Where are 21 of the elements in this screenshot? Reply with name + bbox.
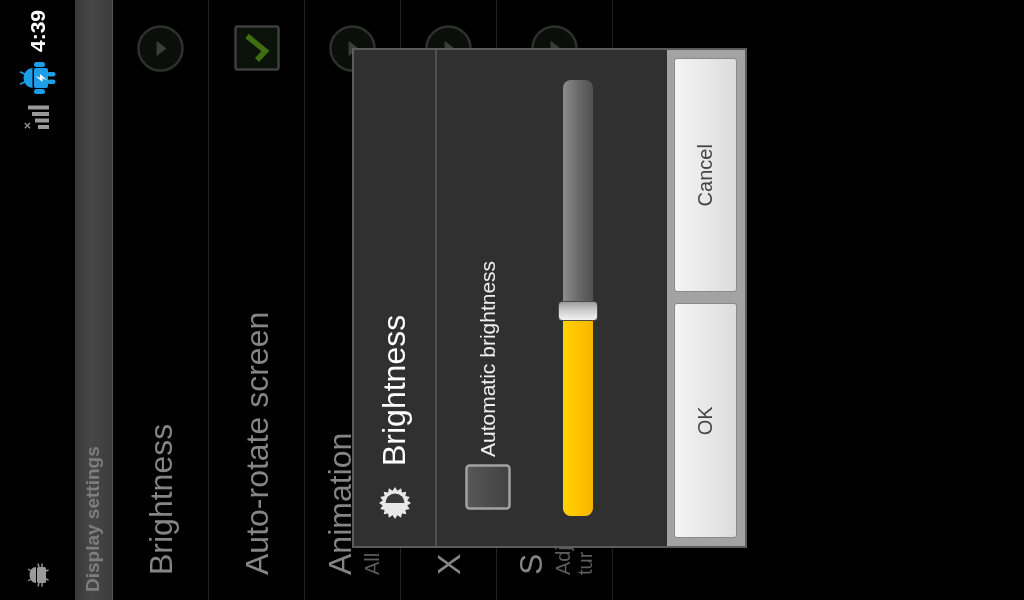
dialog-title: Brightness [376,314,413,466]
status-time: 4:39 [27,10,48,53]
charging-robot-icon [19,62,56,95]
signal-bars-icon [23,105,49,130]
item-title: X [430,553,467,575]
checkbox-label: Automatic brightness [476,260,500,457]
arrow-circle-icon [137,25,184,72]
checkbox[interactable] [465,464,511,510]
item-summary: Adj tur [552,546,596,575]
item-summary: All [361,552,383,575]
slider-thumb[interactable] [558,301,598,322]
sun-icon [377,486,412,520]
screen-title: Display settings [83,446,104,592]
item-title: Brightness [142,423,179,575]
item-title: Animation [322,432,358,575]
dialog-button[interactable]: OK [674,303,737,538]
robot-icon [26,563,49,587]
item-title: Auto-rotate screen [238,311,275,575]
checkbox[interactable] [233,25,280,71]
item-title: S [513,553,549,575]
dialog-button[interactable]: Cancel [674,58,737,293]
